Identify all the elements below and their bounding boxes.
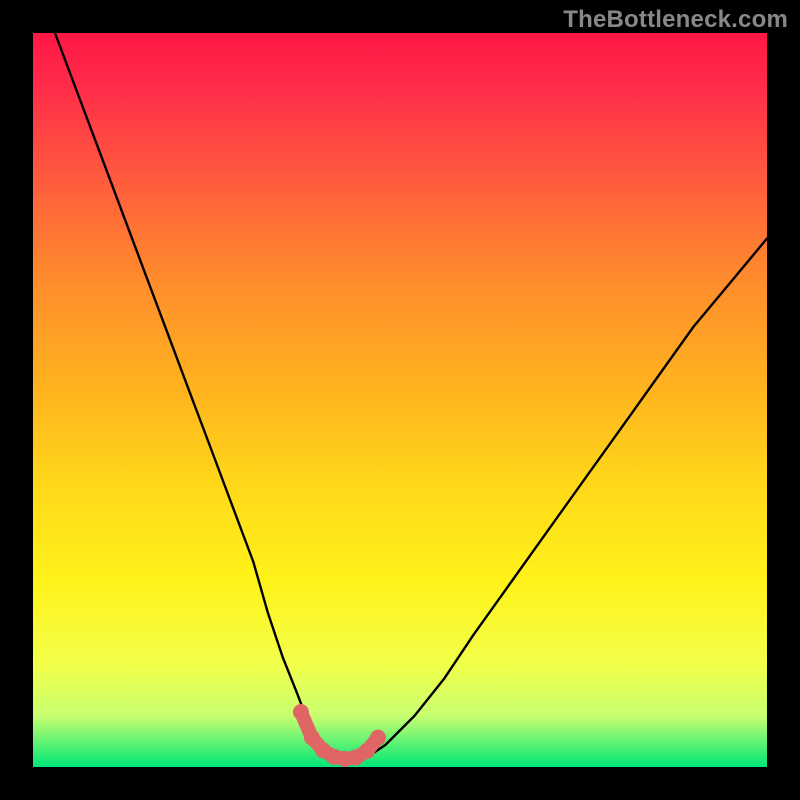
gradient-background: [33, 33, 767, 767]
highlight-dot: [293, 704, 309, 720]
highlight-dot: [359, 743, 375, 759]
highlight-dot: [370, 730, 386, 746]
chart-frame: TheBottleneck.com: [0, 0, 800, 800]
watermark-text: TheBottleneck.com: [563, 6, 788, 34]
chart-svg: [33, 33, 767, 767]
highlight-dot: [304, 730, 320, 746]
chart-plot-area: [33, 33, 767, 767]
